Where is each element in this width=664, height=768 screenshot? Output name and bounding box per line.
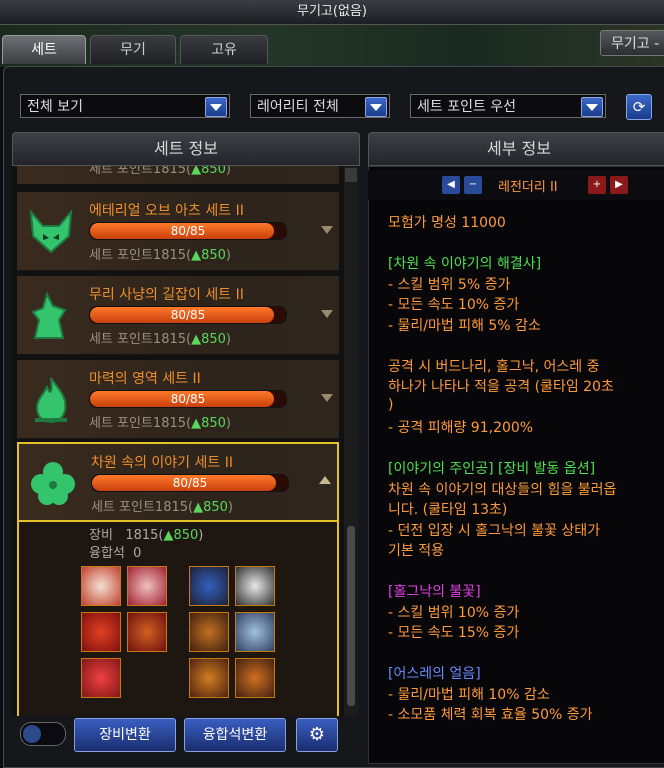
set-points: 세트 포인트1815(▲850) <box>89 248 231 263</box>
flame-icon <box>35 377 67 424</box>
wolf-icon <box>31 291 67 339</box>
set-progress-text: 80/85 <box>170 224 206 238</box>
chevron-down-icon[interactable] <box>581 97 603 117</box>
set-name: 마력의 영역 세트 II <box>89 371 201 387</box>
armory-dropdown-button[interactable]: 무기고 - <box>600 30 664 56</box>
equipment-slot[interactable] <box>235 658 275 698</box>
detail-line: [어스레의 얼음] <box>388 666 481 682</box>
detail-line: - 물리/마법 피해 10% 감소 <box>388 686 550 703</box>
equipment-slot[interactable] <box>127 612 167 652</box>
equipment-slot[interactable] <box>81 566 121 606</box>
equip-points: 장비 1815(▲850) <box>89 528 204 543</box>
set-progress-text: 80/85 <box>170 308 206 322</box>
detail-line: - 공격 피해량 91,200% <box>388 420 534 436</box>
detail-line: - 스킬 범위 10% 증가 <box>388 604 520 621</box>
detail-line: - 모든 속도 15% 증가 <box>388 625 520 641</box>
set-item-dimension-story[interactable]: 차원 속의 이야기 세트 II 80/85 세트 포인트1815(▲850) <box>17 442 339 522</box>
equipment-slot[interactable] <box>81 612 121 652</box>
equipment-slot[interactable] <box>235 612 275 652</box>
set-item-ethereal-arts[interactable]: 에테리얼 오브 아츠 세트 II 80/85 세트 포인트1815(▲850) <box>17 192 339 271</box>
set-list-scrollbar[interactable] <box>344 166 358 716</box>
equipment-slot[interactable] <box>189 658 229 698</box>
set-item-partial[interactable]: 세트 포인트1815(▲850) <box>17 166 339 185</box>
equipment-slot[interactable] <box>81 658 121 698</box>
detail-line: 하나가 나타나 적을 공격 (쿨타임 20초 <box>388 379 614 395</box>
set-points: 세트 포인트1815(▲850) <box>89 416 231 431</box>
rarity-selector: ◀ − 레전더리 II + ▶ <box>368 170 664 200</box>
detail-line: 기본 적용 <box>388 543 444 559</box>
set-progress-bar: 80/85 <box>89 306 287 324</box>
detail-line: 차원 속 이야기의 대상들의 힘을 불러옵 <box>388 481 617 498</box>
fox-icon <box>29 209 73 254</box>
equipment-slot[interactable] <box>235 566 275 606</box>
set-progress-bar: 80/85 <box>89 390 287 408</box>
scroll-up-icon[interactable] <box>345 168 357 182</box>
set-name: 무리 사냥의 길잡이 세트 II <box>89 287 244 303</box>
toggle-switch[interactable] <box>20 722 66 746</box>
set-progress-text: 80/85 <box>170 392 206 406</box>
left-panel-title: 세트 정보 <box>12 132 360 166</box>
chevron-down-icon[interactable] <box>365 97 387 117</box>
equipment-slot[interactable] <box>189 566 229 606</box>
rarity-filter-dropdown[interactable]: 레어리티 전체 <box>250 94 390 118</box>
tab-unique[interactable]: 고유 <box>180 35 268 64</box>
fusion-change-button[interactable]: 융합석변환 <box>184 718 286 752</box>
set-points: 세트 포인트1815(▲850) <box>89 166 231 177</box>
window-title: 무기고(없음) <box>0 0 664 25</box>
plus-icon[interactable]: + <box>588 176 606 194</box>
right-panel-title: 세부 정보 <box>368 132 664 166</box>
equipment-slot[interactable] <box>189 612 229 652</box>
view-filter-value: 전체 보기 <box>27 99 83 115</box>
detail-line: 공격 시 버드나리, 홀그낙, 어스레 중 <box>388 358 600 375</box>
detail-line: - 던전 입장 시 홀그낙의 불꽃 상태가 <box>388 522 601 539</box>
detail-line: - 물리/마법 피해 5% 감소 <box>388 317 541 334</box>
sort-value: 세트 포인트 우선 <box>417 99 517 115</box>
set-points: 세트 포인트1815(▲850) <box>91 500 233 515</box>
clover-icon <box>31 462 75 505</box>
scrollbar-thumb[interactable] <box>347 526 355 706</box>
view-filter-dropdown[interactable]: 전체 보기 <box>20 94 230 118</box>
detail-line: 니다. (쿨타임 13초) <box>388 502 508 518</box>
minus-icon[interactable]: − <box>464 176 482 194</box>
tab-weapon[interactable]: 무기 <box>90 35 176 64</box>
rarity-level: 레전더리 II <box>498 180 558 195</box>
refresh-icon[interactable]: ⟳ <box>626 94 652 120</box>
collapse-chevron-icon[interactable] <box>319 476 331 484</box>
set-item-magic-domain[interactable]: 마력의 영역 세트 II 80/85 세트 포인트1815(▲850) <box>17 360 339 439</box>
equip-change-button[interactable]: 장비변환 <box>74 718 176 752</box>
sort-dropdown[interactable]: 세트 포인트 우선 <box>410 94 606 118</box>
set-expanded-detail: 장비 1815(▲850) 융합석 0 <box>17 522 339 716</box>
set-progress-bar: 80/85 <box>89 222 287 240</box>
set-list[interactable]: 세트 포인트1815(▲850) 에테리얼 오브 아츠 세트 II 80/85 … <box>12 166 344 716</box>
settings-wrench-icon[interactable]: ⚙ <box>296 718 338 752</box>
detail-line: - 모든 속도 10% 증가 <box>388 297 520 313</box>
expand-chevron-icon[interactable] <box>321 310 333 318</box>
detail-line: [이야기의 주인공] [장비 발동 옵션] <box>388 461 596 477</box>
detail-line: 모험가 명성 11000 <box>388 215 506 231</box>
next-arrow-icon[interactable]: ▶ <box>610 176 628 194</box>
detail-line: [홀그낙의 불꽃] <box>388 584 481 600</box>
prev-arrow-icon[interactable]: ◀ <box>442 176 460 194</box>
detail-line: ) <box>388 396 394 413</box>
expand-chevron-icon[interactable] <box>321 394 333 402</box>
set-progress-text: 80/85 <box>172 476 208 490</box>
chevron-down-icon[interactable] <box>205 97 227 117</box>
detail-line: [차원 속 이야기의 해결사] <box>388 256 542 272</box>
detail-line: - 소모품 체력 회복 효율 50% 증가 <box>388 707 593 723</box>
detail-line: - 스킬 범위 5% 증가 <box>388 276 511 293</box>
set-progress-bar: 80/85 <box>91 474 289 492</box>
set-name: 차원 속의 이야기 세트 II <box>91 455 233 471</box>
fusion-stone-count: 융합석 0 <box>89 546 142 561</box>
equipment-slot[interactable] <box>127 566 167 606</box>
rarity-filter-value: 레어리티 전체 <box>257 99 339 115</box>
set-item-hunting-guide[interactable]: 무리 사냥의 길잡이 세트 II 80/85 세트 포인트1815(▲850) <box>17 276 339 355</box>
set-name: 에테리얼 오브 아츠 세트 II <box>89 203 244 219</box>
detail-text-block: 모험가 명성 11000 [차원 속 이야기의 해결사] - 스킬 범위 5% 증가… <box>368 208 664 748</box>
set-points: 세트 포인트1815(▲850) <box>89 332 231 347</box>
tab-set[interactable]: 세트 <box>2 35 86 64</box>
expand-chevron-icon[interactable] <box>321 226 333 234</box>
